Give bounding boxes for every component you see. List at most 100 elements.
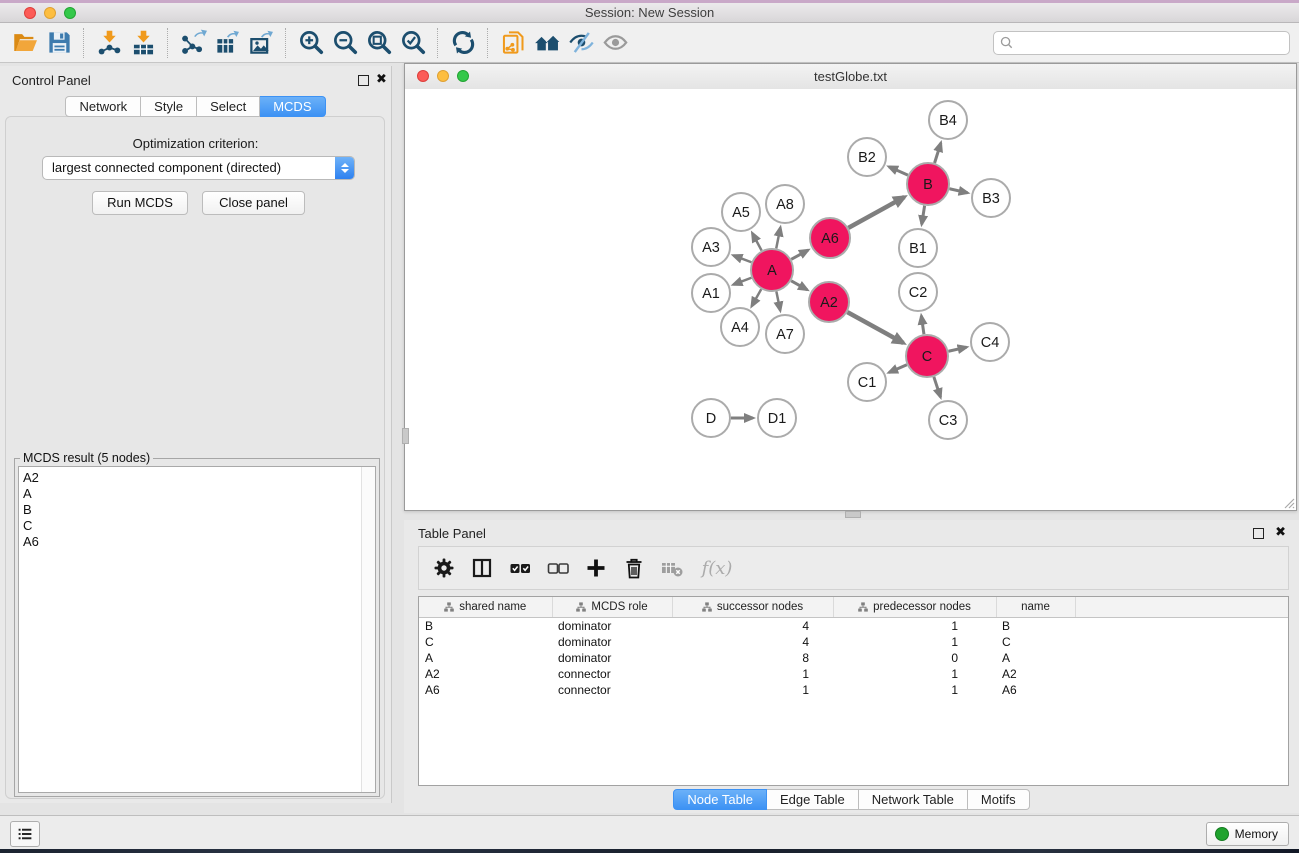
window-resize-grip[interactable] — [1281, 495, 1295, 509]
open-file-button[interactable] — [8, 26, 42, 60]
graph-node-A3[interactable]: A3 — [692, 228, 730, 266]
delete-table-button[interactable] — [655, 551, 689, 585]
graph-edge-A6-B[interactable] — [848, 197, 904, 228]
table-settings-button[interactable] — [427, 551, 461, 585]
graph-edge-A-A1[interactable] — [733, 278, 751, 285]
graph-node-C3[interactable]: C3 — [929, 401, 967, 439]
graph-edge-A-A2[interactable] — [791, 281, 807, 290]
network-window-titlebar[interactable]: testGlobe.txt — [405, 64, 1296, 90]
table-row[interactable]: Adominator80A — [419, 650, 1288, 666]
close-panel-icon[interactable]: ✖ — [376, 74, 387, 84]
table-row[interactable]: A6connector11A6 — [419, 682, 1288, 698]
criterion-dropdown[interactable]: largest connected component (directed) — [42, 156, 355, 180]
graph-node-A8[interactable]: A8 — [766, 185, 804, 223]
graph-node-A5[interactable]: A5 — [722, 193, 760, 231]
apply-layout-button[interactable] — [446, 26, 480, 60]
graph-edge-A-A3[interactable] — [733, 255, 751, 262]
result-list-scrollbar[interactable] — [361, 467, 375, 792]
select-all-columns-button[interactable] — [503, 551, 537, 585]
result-list-item[interactable]: A6 — [23, 534, 361, 550]
graph-node-A4[interactable]: A4 — [721, 308, 759, 346]
memory-button[interactable]: Memory — [1206, 822, 1289, 846]
graph-node-A[interactable]: A — [751, 249, 793, 291]
tab-node-table[interactable]: Node Table — [673, 789, 767, 810]
graph-node-D1[interactable]: D1 — [758, 399, 796, 437]
import-table-button[interactable] — [126, 26, 160, 60]
table-row[interactable]: Cdominator41C — [419, 634, 1288, 650]
graph-edge-C-C4[interactable] — [948, 347, 966, 351]
graph-edge-B-B2[interactable] — [889, 167, 908, 175]
table-row[interactable]: A2connector11A2 — [419, 666, 1288, 682]
graph-node-C4[interactable]: C4 — [971, 323, 1009, 361]
graph-node-A1[interactable]: A1 — [692, 274, 730, 312]
split-panel-button[interactable] — [465, 551, 499, 585]
graph-node-C1[interactable]: C1 — [848, 363, 886, 401]
graph-edge-B-B3[interactable] — [949, 189, 967, 193]
tab-edge-table[interactable]: Edge Table — [767, 789, 859, 810]
graph-node-A7[interactable]: A7 — [766, 315, 804, 353]
add-column-button[interactable] — [579, 551, 613, 585]
deselect-all-columns-button[interactable] — [541, 551, 575, 585]
table-row[interactable]: Bdominator41B — [419, 618, 1288, 635]
float-table-panel-icon[interactable] — [1253, 528, 1264, 539]
tab-network[interactable]: Network — [65, 96, 141, 117]
column-header-shared-name[interactable]: shared name — [419, 597, 552, 618]
graph-edge-C-C3[interactable] — [934, 377, 941, 397]
float-panel-icon[interactable] — [358, 75, 369, 86]
column-header-successor-nodes[interactable]: successor nodes — [672, 597, 833, 618]
graph-edge-A-A8[interactable] — [776, 228, 780, 249]
graph-edge-B-B4[interactable] — [935, 143, 941, 163]
export-image-button[interactable] — [244, 26, 278, 60]
graph-edge-C-C1[interactable] — [889, 365, 907, 373]
show-all-networks-button[interactable] — [530, 26, 564, 60]
task-history-button[interactable] — [10, 821, 40, 847]
search-field[interactable] — [993, 31, 1290, 55]
graph-edge-A-A7[interactable] — [776, 292, 780, 311]
export-table-button[interactable] — [210, 26, 244, 60]
tab-network-table[interactable]: Network Table — [859, 789, 968, 810]
result-list-item[interactable]: B — [23, 502, 361, 518]
graph-node-A6[interactable]: A6 — [810, 218, 850, 258]
tab-style[interactable]: Style — [141, 96, 197, 117]
result-list-item[interactable]: A2 — [23, 470, 361, 486]
hide-selected-button[interactable] — [564, 26, 598, 60]
zoom-out-button[interactable] — [328, 26, 362, 60]
tab-mcds[interactable]: MCDS — [260, 96, 325, 117]
graph-edge-A2-C[interactable] — [847, 312, 903, 343]
clone-network-button[interactable] — [496, 26, 530, 60]
result-list-item[interactable]: C — [23, 518, 361, 534]
divider-handle-vertical[interactable] — [402, 428, 409, 444]
export-network-button[interactable] — [176, 26, 210, 60]
tab-motifs[interactable]: Motifs — [968, 789, 1030, 810]
column-header-predecessor-nodes[interactable]: predecessor nodes — [833, 597, 996, 618]
save-session-button[interactable] — [42, 26, 76, 60]
graph-edge-A-A4[interactable] — [752, 289, 761, 306]
import-network-button[interactable] — [92, 26, 126, 60]
graph-node-B2[interactable]: B2 — [848, 138, 886, 176]
graph-edge-C-C2[interactable] — [921, 316, 924, 334]
zoom-in-button[interactable] — [294, 26, 328, 60]
graph-node-B3[interactable]: B3 — [972, 179, 1010, 217]
column-header-name[interactable]: name — [996, 597, 1075, 618]
result-list-item[interactable]: A — [23, 486, 361, 502]
delete-column-button[interactable] — [617, 551, 651, 585]
show-selected-button[interactable] — [598, 26, 632, 60]
mcds-result-list[interactable]: A2ABCA6 — [19, 467, 361, 792]
graph-node-B[interactable]: B — [907, 163, 949, 205]
graph-node-B4[interactable]: B4 — [929, 101, 967, 139]
run-mcds-button[interactable]: Run MCDS — [92, 191, 188, 215]
close-panel-button[interactable]: Close panel — [202, 191, 305, 215]
tab-select[interactable]: Select — [197, 96, 260, 117]
close-table-panel-icon[interactable]: ✖ — [1275, 527, 1286, 537]
graph-node-C[interactable]: C — [906, 335, 948, 377]
graph-edge-B-B1[interactable] — [922, 206, 925, 225]
zoom-selected-button[interactable] — [396, 26, 430, 60]
graph-node-B1[interactable]: B1 — [899, 229, 937, 267]
divider-handle-horizontal[interactable] — [845, 511, 861, 518]
zoom-fit-button[interactable] — [362, 26, 396, 60]
graph-edge-A-A5[interactable] — [752, 233, 761, 250]
column-header-mcds-role[interactable]: MCDS role — [552, 597, 672, 618]
network-canvas[interactable]: AA1A2A3A4A5A6A7A8BB1B2B3B4CC1C2C3C4DD1 — [405, 89, 1296, 510]
function-builder-button[interactable]: f(x) — [693, 551, 741, 585]
graph-node-C2[interactable]: C2 — [899, 273, 937, 311]
